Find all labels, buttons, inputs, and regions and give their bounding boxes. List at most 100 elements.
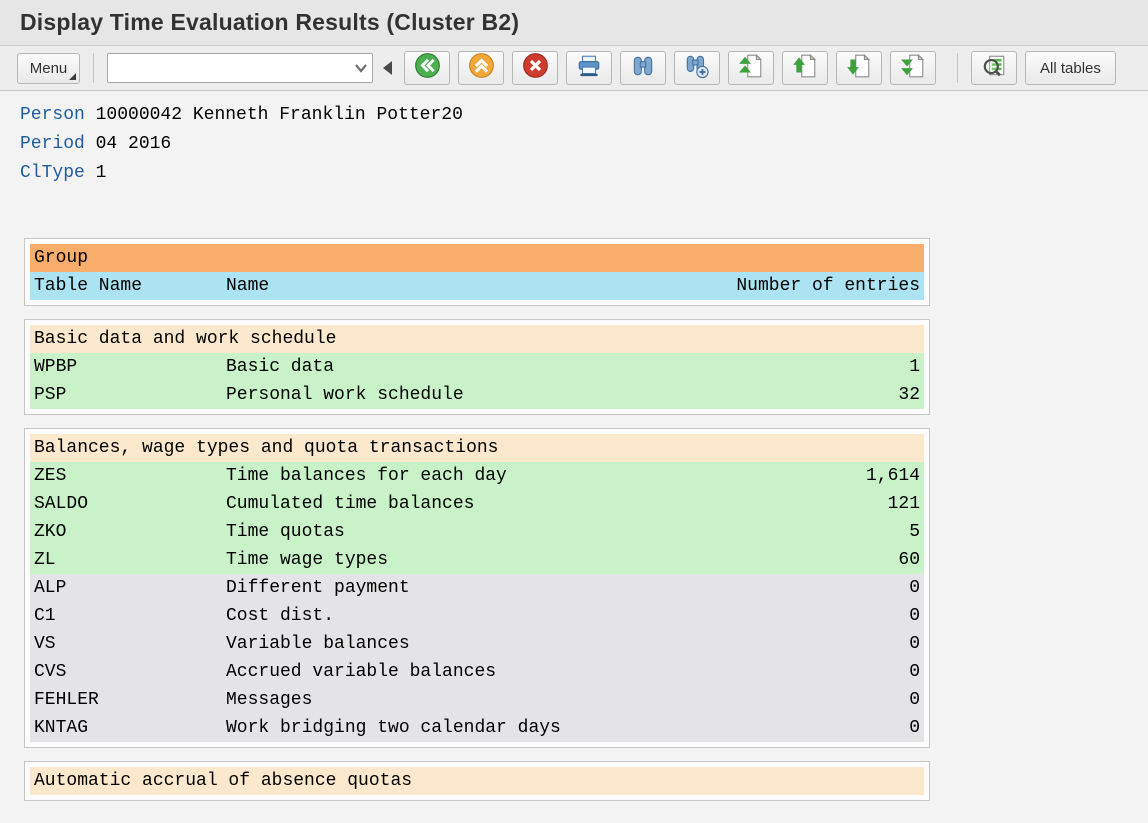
- row-entries: 0: [909, 714, 920, 742]
- find-icon: [630, 53, 656, 84]
- row-entries: 121: [888, 490, 920, 518]
- row-entries: 60: [898, 546, 920, 574]
- row-name: Messages: [226, 686, 909, 714]
- row-name: Time quotas: [226, 518, 909, 546]
- cancel-icon: [522, 52, 549, 84]
- row-table-name: ZKO: [34, 518, 226, 546]
- row-name: Different payment: [226, 574, 909, 602]
- table-row[interactable]: VSVariable balances0: [30, 630, 924, 658]
- page-up-icon: [792, 53, 818, 84]
- row-table-name: ZL: [34, 546, 226, 574]
- section-header-row: Automatic accrual of absence quotas: [30, 767, 924, 795]
- row-entries: 1,614: [866, 462, 920, 490]
- table-row[interactable]: ZKOTime quotas5: [30, 518, 924, 546]
- row-entries: 0: [909, 574, 920, 602]
- last-page-button[interactable]: [890, 51, 936, 85]
- exit-button[interactable]: [458, 51, 504, 85]
- row-table-name: FEHLER: [34, 686, 226, 714]
- row-table-name: C1: [34, 602, 226, 630]
- overview-button[interactable]: [971, 51, 1017, 85]
- row-table-name: ALP: [34, 574, 226, 602]
- cltype-label: ClType: [20, 163, 85, 183]
- page-title: Display Time Evaluation Results (Cluster…: [20, 9, 519, 36]
- column-header-name: Name: [226, 272, 736, 300]
- row-name: Cumulated time balances: [226, 490, 888, 518]
- collapse-toolbar-icon[interactable]: [383, 61, 392, 75]
- last-page-icon: [900, 53, 926, 84]
- table-sections: Basic data and work scheduleWPBPBasic da…: [24, 319, 930, 801]
- table-row[interactable]: PSPPersonal work schedule32: [30, 381, 924, 409]
- cancel-button[interactable]: [512, 51, 558, 85]
- toolbar-separator: [957, 53, 958, 83]
- print-button[interactable]: [566, 51, 612, 85]
- row-name: Work bridging two calendar days: [226, 714, 909, 742]
- table-row[interactable]: ZESTime balances for each day1,614: [30, 462, 924, 490]
- first-page-button[interactable]: [728, 51, 774, 85]
- row-table-name: PSP: [34, 381, 226, 409]
- table-row[interactable]: ZLTime wage types60: [30, 546, 924, 574]
- row-entries: 5: [909, 518, 920, 546]
- find-next-button[interactable]: [674, 51, 720, 85]
- page-down-button[interactable]: [836, 51, 882, 85]
- row-table-name: SALDO: [34, 490, 226, 518]
- page-down-icon: [846, 53, 872, 84]
- table-header-panel: Group Table Name Name Number of entries: [24, 238, 930, 306]
- table-row[interactable]: FEHLERMessages0: [30, 686, 924, 714]
- column-header-row: Table Name Name Number of entries: [30, 272, 924, 300]
- command-input[interactable]: [108, 55, 350, 81]
- cltype-line: ClType 1: [20, 159, 1128, 188]
- section-header-row: Basic data and work schedule: [30, 325, 924, 353]
- table-section-panel: Basic data and work scheduleWPBPBasic da…: [24, 319, 930, 415]
- all-tables-label: All tables: [1040, 60, 1101, 77]
- column-header-entries: Number of entries: [736, 272, 920, 300]
- first-page-icon: [738, 53, 764, 84]
- group-header-row: Group: [30, 244, 924, 272]
- menu-corner-triangle-icon: [69, 73, 76, 80]
- row-name: Time balances for each day: [226, 462, 866, 490]
- row-name: Basic data: [226, 353, 909, 381]
- row-entries: 0: [909, 686, 920, 714]
- toolbar-separator: [93, 53, 94, 83]
- back-button[interactable]: [404, 51, 450, 85]
- person-label: Person: [20, 105, 85, 125]
- table-row[interactable]: SALDOCumulated time balances121: [30, 490, 924, 518]
- table-row[interactable]: C1Cost dist.0: [30, 602, 924, 630]
- row-table-name: CVS: [34, 658, 226, 686]
- menu-button-label: Menu: [30, 60, 68, 77]
- table-section-panel: Automatic accrual of absence quotas: [24, 761, 930, 801]
- title-bar: Display Time Evaluation Results (Cluster…: [0, 0, 1148, 46]
- period-value: 04 2016: [96, 134, 172, 154]
- row-entries: 32: [898, 381, 920, 409]
- row-name: Cost dist.: [226, 602, 909, 630]
- page-up-button[interactable]: [782, 51, 828, 85]
- section-header-row: Balances, wage types and quota transacti…: [30, 434, 924, 462]
- all-tables-button[interactable]: All tables: [1025, 51, 1116, 85]
- table-row[interactable]: ALPDifferent payment0: [30, 574, 924, 602]
- row-entries: 0: [909, 630, 920, 658]
- period-line: Period 04 2016: [20, 130, 1128, 159]
- row-name: Accrued variable balances: [226, 658, 909, 686]
- overview-icon: [981, 53, 1007, 84]
- command-combobox[interactable]: [107, 53, 373, 83]
- find-button[interactable]: [620, 51, 666, 85]
- table-row[interactable]: WPBPBasic data1: [30, 353, 924, 381]
- cluster-table-report: Group Table Name Name Number of entries …: [24, 238, 930, 801]
- table-section-panel: Balances, wage types and quota transacti…: [24, 428, 930, 748]
- table-row[interactable]: CVSAccrued variable balances0: [30, 658, 924, 686]
- row-table-name: ZES: [34, 462, 226, 490]
- row-entries: 0: [909, 658, 920, 686]
- back-icon: [414, 52, 441, 84]
- row-name: Time wage types: [226, 546, 898, 574]
- chevron-down-icon[interactable]: [350, 63, 372, 73]
- group-header-label: Group: [34, 244, 88, 272]
- row-name: Personal work schedule: [226, 381, 898, 409]
- exit-icon: [468, 52, 495, 84]
- row-table-name: WPBP: [34, 353, 226, 381]
- menu-button[interactable]: Menu: [17, 53, 80, 84]
- person-line: Person 10000042 Kenneth Franklin Potter2…: [20, 101, 1128, 130]
- row-name: Variable balances: [226, 630, 909, 658]
- table-row[interactable]: KNTAGWork bridging two calendar days0: [30, 714, 924, 742]
- row-entries: 1: [909, 353, 920, 381]
- period-label: Period: [20, 134, 85, 154]
- row-table-name: KNTAG: [34, 714, 226, 742]
